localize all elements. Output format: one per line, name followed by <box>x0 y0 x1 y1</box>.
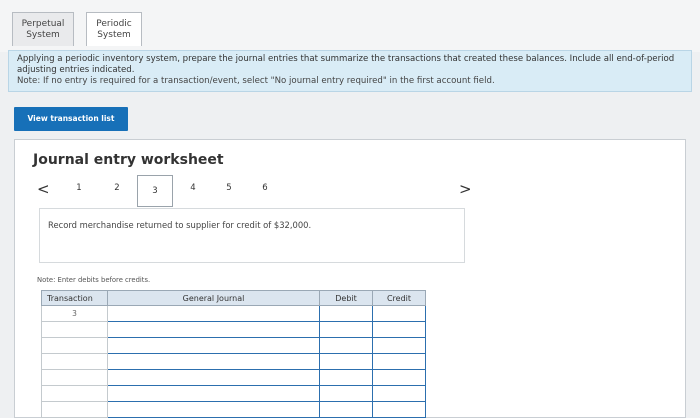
debit-input[interactable] <box>319 385 373 402</box>
table-row <box>41 353 426 370</box>
debit-input[interactable] <box>319 369 373 386</box>
top-tab-bar: Perpetual System Periodic System <box>0 0 700 52</box>
header-credit: Credit <box>372 290 426 306</box>
debit-input[interactable] <box>319 337 373 354</box>
table-row: 3 <box>41 305 426 322</box>
table-row <box>41 385 426 402</box>
header-general-journal: General Journal <box>107 290 320 306</box>
transaction-description-box: Record merchandise returned to supplier … <box>39 208 465 263</box>
table-row <box>41 401 426 418</box>
account-input[interactable] <box>107 337 320 354</box>
prev-arrow-icon[interactable]: < <box>37 180 50 198</box>
credit-input[interactable] <box>372 305 426 322</box>
account-input[interactable] <box>107 369 320 386</box>
transaction-cell <box>41 353 108 370</box>
tab-label: Periodic <box>96 19 132 29</box>
header-debit: Debit <box>319 290 373 306</box>
transaction-cell <box>41 369 108 386</box>
journal-table: Transaction General Journal Debit Credit… <box>41 290 426 418</box>
table-row <box>41 369 426 386</box>
debit-input[interactable] <box>319 401 373 418</box>
transaction-description: Record merchandise returned to supplier … <box>48 220 312 230</box>
journal-header-row: Transaction General Journal Debit Credit <box>41 290 426 306</box>
credit-input[interactable] <box>372 337 426 354</box>
account-input[interactable] <box>107 321 320 338</box>
account-input[interactable] <box>107 401 320 418</box>
account-input[interactable] <box>107 353 320 370</box>
instructions-panel: Applying a periodic inventory system, pr… <box>8 50 692 92</box>
page-number-1[interactable]: 1 <box>71 183 87 193</box>
next-arrow-icon[interactable]: > <box>459 180 472 198</box>
header-transaction: Transaction <box>41 290 108 306</box>
view-transaction-list-button[interactable]: View transaction list <box>14 107 128 131</box>
tab-label: System <box>97 30 131 40</box>
page-number-6[interactable]: 6 <box>257 183 273 193</box>
worksheet-title: Journal entry worksheet <box>33 152 224 168</box>
debits-note: Note: Enter debits before credits. <box>37 276 151 284</box>
page-number-4[interactable]: 4 <box>185 183 201 193</box>
credit-input[interactable] <box>372 369 426 386</box>
tab-periodic-system[interactable]: Periodic System <box>86 12 142 46</box>
page-number-3-active[interactable]: 3 <box>137 175 173 207</box>
transaction-cell <box>41 401 108 418</box>
instructions-text: Applying a periodic inventory system, pr… <box>17 54 675 75</box>
table-row <box>41 337 426 354</box>
tab-label: Perpetual <box>21 19 65 29</box>
page-number-2[interactable]: 2 <box>109 183 125 193</box>
transaction-cell <box>41 321 108 338</box>
credit-input[interactable] <box>372 321 426 338</box>
table-row <box>41 321 426 338</box>
page-number-5[interactable]: 5 <box>221 183 237 193</box>
journal-entry-worksheet: Journal entry worksheet < 1 2 3 4 5 6 > … <box>14 139 686 418</box>
account-input[interactable] <box>107 305 320 322</box>
debit-input[interactable] <box>319 305 373 322</box>
transaction-cell <box>41 385 108 402</box>
tab-perpetual-system[interactable]: Perpetual System <box>12 12 74 46</box>
debit-input[interactable] <box>319 353 373 370</box>
transaction-cell: 3 <box>41 305 108 322</box>
tab-label: System <box>26 30 60 40</box>
credit-input[interactable] <box>372 353 426 370</box>
debit-input[interactable] <box>319 321 373 338</box>
account-input[interactable] <box>107 385 320 402</box>
credit-input[interactable] <box>372 401 426 418</box>
instructions-note: Note: If no entry is required for a tran… <box>17 76 495 86</box>
credit-input[interactable] <box>372 385 426 402</box>
transaction-cell <box>41 337 108 354</box>
